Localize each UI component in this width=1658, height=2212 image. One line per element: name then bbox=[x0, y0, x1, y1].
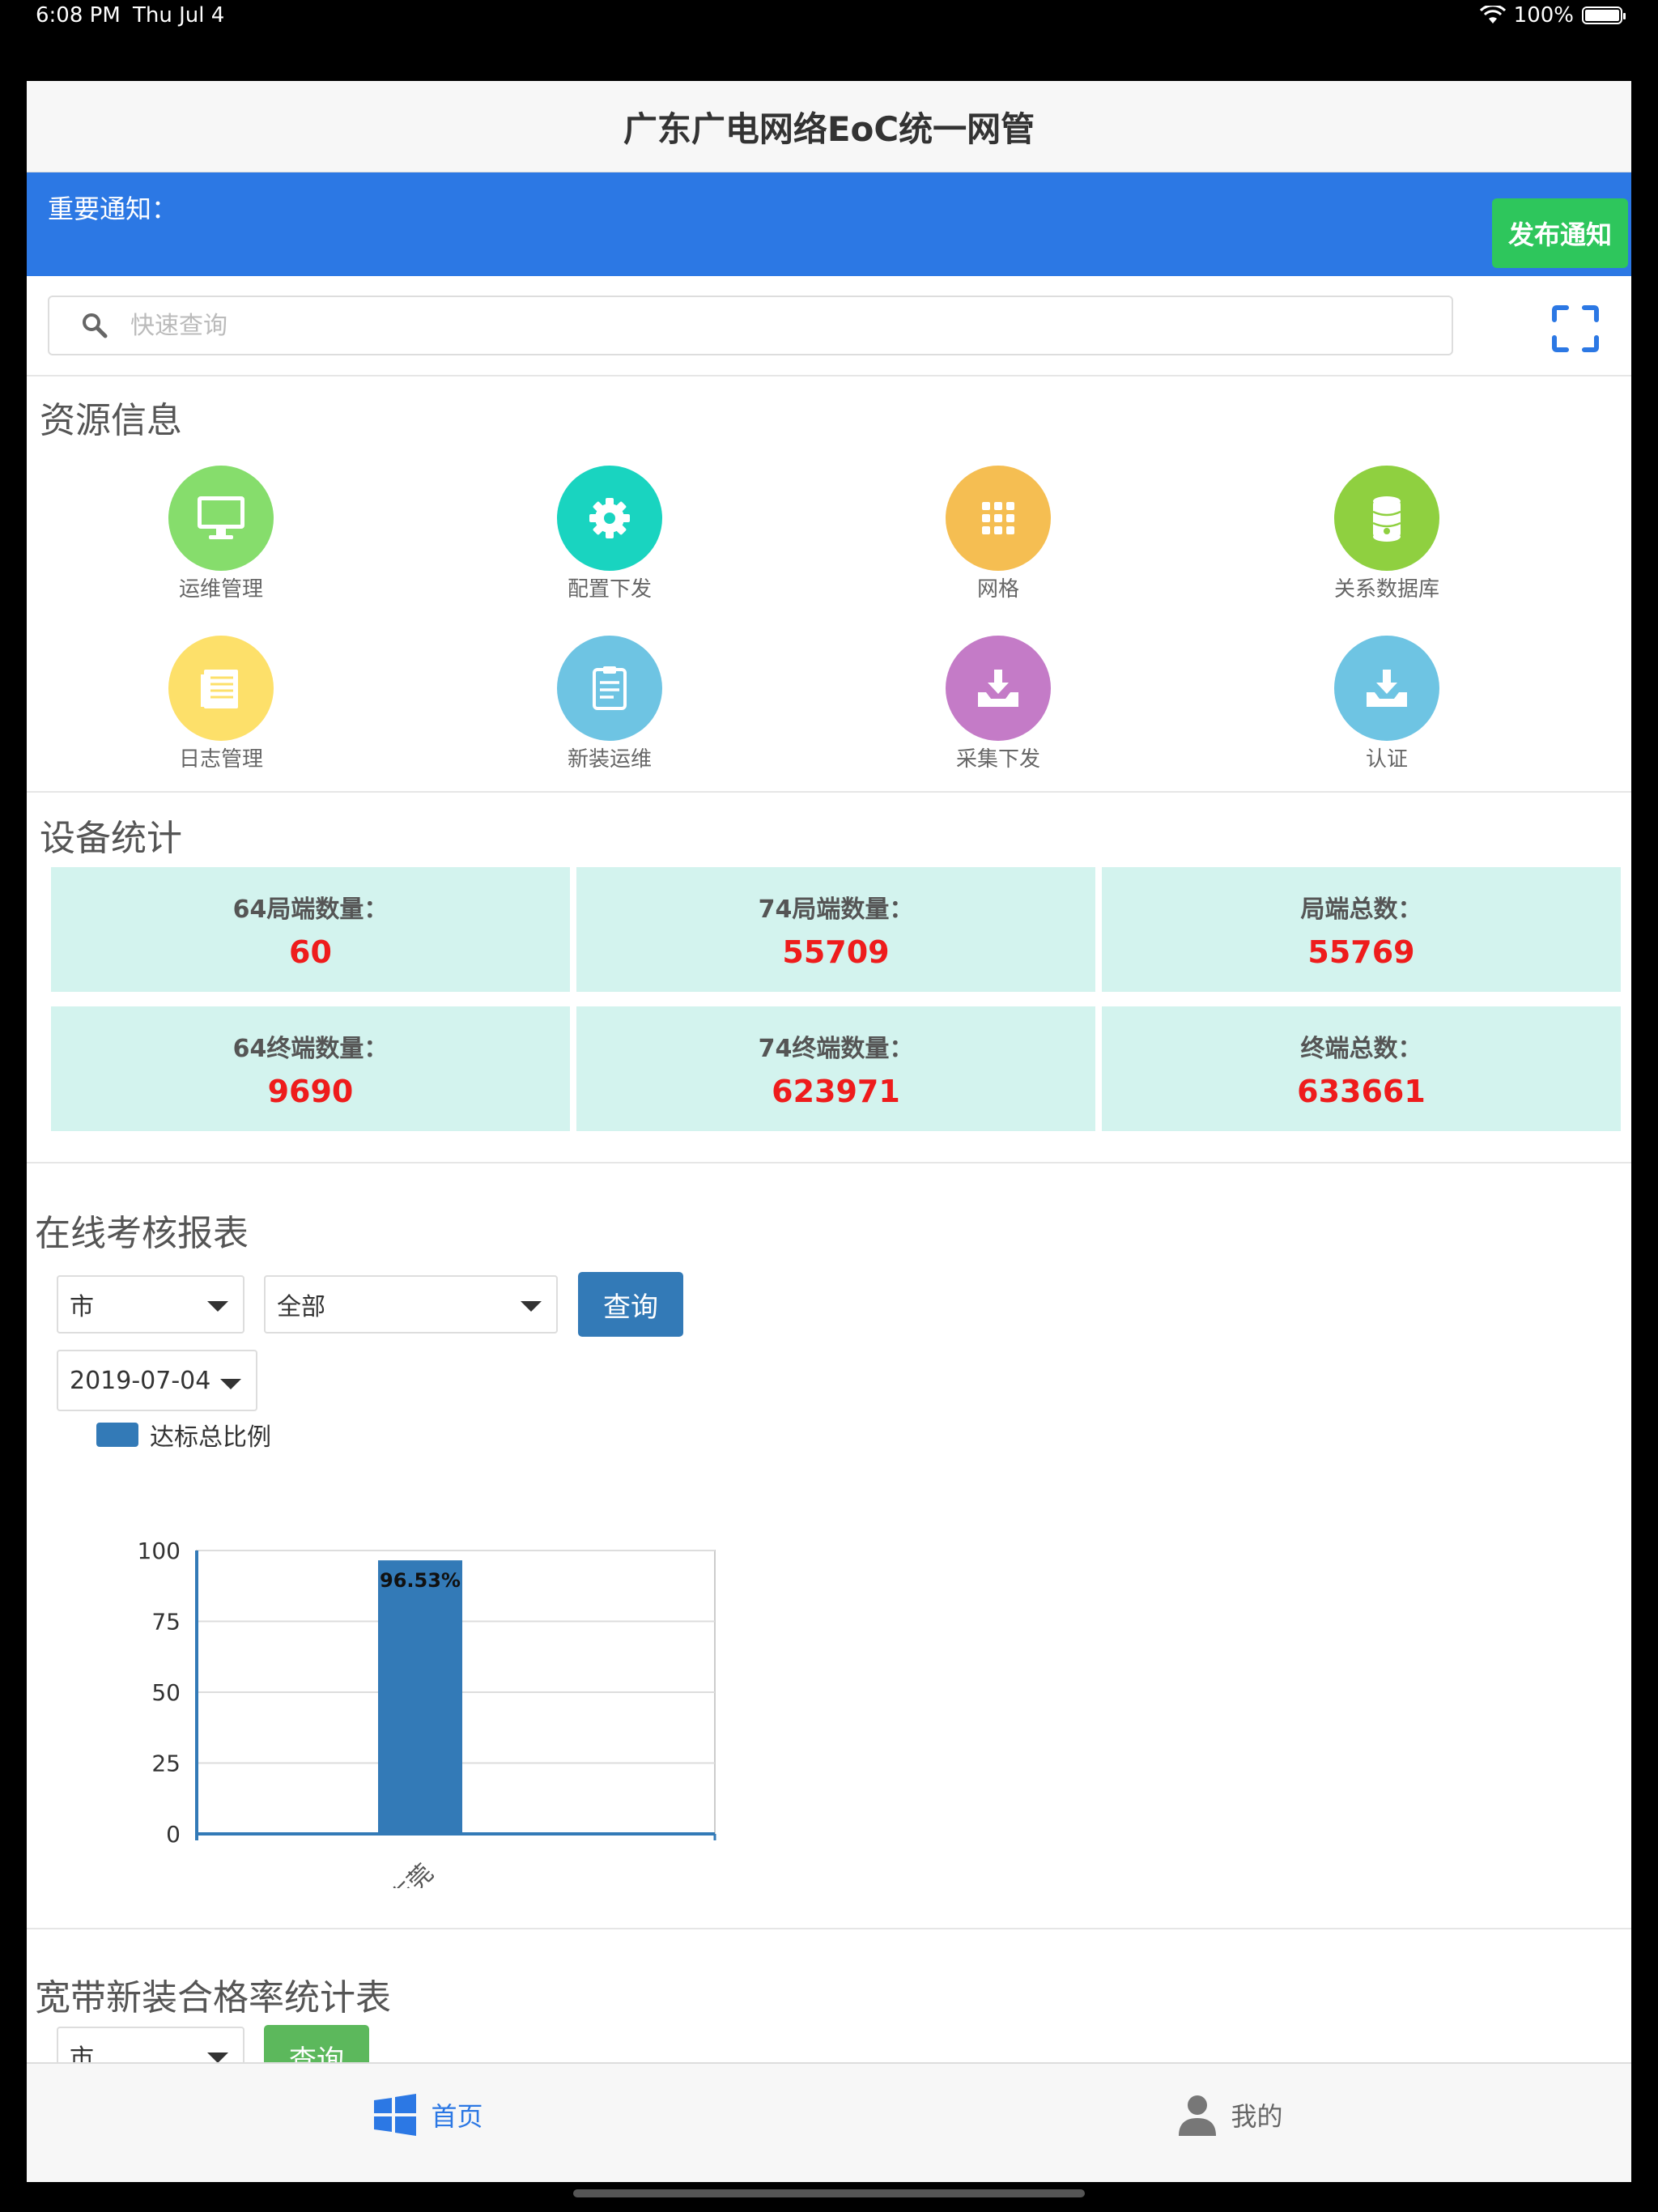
status-date: Thu Jul 4 bbox=[133, 3, 225, 28]
y-tick-label: 100 bbox=[138, 1538, 181, 1564]
legend-swatch bbox=[96, 1423, 138, 1447]
bar-data-label: 96.53% bbox=[380, 1569, 461, 1592]
wifi-icon bbox=[1479, 6, 1506, 23]
y-tick-label: 0 bbox=[166, 1821, 181, 1848]
city-select[interactable]: 市 bbox=[57, 1275, 244, 1334]
stat-value: 55709 bbox=[782, 934, 890, 970]
resource-grid: 运维管理 配置下发 网格 关系数据库 日志管理 新装运维 采集下发 认证 bbox=[27, 466, 1631, 806]
stat-value: 623971 bbox=[772, 1074, 900, 1109]
resource-item-label: 日志管理 bbox=[178, 747, 263, 772]
resource-item-label: 采集下发 bbox=[955, 747, 1040, 772]
stat-card: 终端总数： 633661 bbox=[1102, 1006, 1621, 1131]
stat-card: 74局端数量： 55709 bbox=[576, 867, 1095, 992]
stat-value: 633661 bbox=[1297, 1074, 1426, 1109]
stat-card: 64局端数量： 60 bbox=[51, 867, 570, 992]
date-select-value: 2019-07-04 bbox=[70, 1366, 211, 1395]
city-select-value: 市 bbox=[70, 1293, 94, 1321]
stat-label: 终端总数： bbox=[1300, 1035, 1422, 1063]
windows-icon bbox=[374, 2094, 417, 2136]
tab-bar: 首页 我的 bbox=[27, 2062, 1631, 2182]
scope-select[interactable]: 全部 bbox=[264, 1275, 558, 1334]
stats-section: 设备统计 64局端数量： 60 74局端数量： 55709 局端总数： 5576… bbox=[27, 793, 1631, 1163]
resource-item-auth[interactable]: 认证 bbox=[1192, 636, 1581, 806]
search-icon bbox=[80, 311, 129, 340]
search-box[interactable] bbox=[48, 296, 1453, 355]
resource-section: 资源信息 运维管理 配置下发 网格 关系数据库 日志管理 新装运维 采集下发 认… bbox=[27, 376, 1631, 793]
resource-item-label: 认证 bbox=[1365, 747, 1408, 772]
stat-label: 局端总数： bbox=[1300, 895, 1422, 924]
gear-icon bbox=[557, 466, 662, 571]
legend-label: 达标总比例 bbox=[150, 1423, 271, 1452]
stat-label: 64局端数量： bbox=[232, 895, 389, 924]
chevron-down-icon bbox=[207, 1301, 228, 1312]
resource-item-ops[interactable]: 运维管理 bbox=[27, 466, 415, 636]
chart-legend: 达标总比例 bbox=[96, 1417, 271, 1453]
tab-home-label: 首页 bbox=[431, 2101, 483, 2132]
tab-mine[interactable]: 我的 bbox=[829, 2064, 1631, 2182]
search-input[interactable] bbox=[129, 310, 1346, 341]
stat-label: 64终端数量： bbox=[232, 1035, 389, 1063]
stat-value: 60 bbox=[289, 934, 332, 970]
resource-item-grid[interactable]: 网格 bbox=[804, 466, 1192, 636]
resource-item-log[interactable]: 日志管理 bbox=[27, 636, 415, 806]
status-right: 100% bbox=[1479, 3, 1626, 28]
page-title: 广东广电网络EoC统一网管 bbox=[623, 108, 1035, 149]
app-header: 广东广电网络EoC统一网管 bbox=[27, 81, 1631, 172]
stat-label: 74终端数量： bbox=[758, 1035, 914, 1063]
database-icon bbox=[1334, 466, 1439, 571]
stat-card: 64终端数量： 9690 bbox=[51, 1006, 570, 1131]
grid-icon bbox=[946, 466, 1051, 571]
resource-item-label: 关系数据库 bbox=[1333, 577, 1439, 602]
resource-item-label: 运维管理 bbox=[178, 577, 263, 602]
notice-bar: 重要通知： 发布通知 bbox=[27, 172, 1631, 276]
home-indicator[interactable] bbox=[573, 2189, 1085, 2197]
search-row bbox=[27, 276, 1631, 376]
stat-card: 局端总数： 55769 bbox=[1102, 867, 1621, 992]
publish-notice-button[interactable]: 发布通知 bbox=[1492, 198, 1628, 268]
document-icon bbox=[168, 636, 274, 741]
y-tick-label: 25 bbox=[151, 1750, 181, 1777]
tab-home[interactable]: 首页 bbox=[27, 2064, 829, 2182]
resource-item-label: 新装运维 bbox=[567, 747, 652, 772]
stats-title: 设备统计 bbox=[40, 818, 182, 859]
battery-icon bbox=[1582, 6, 1626, 24]
scope-select-value: 全部 bbox=[277, 1293, 325, 1321]
query-button[interactable]: 查询 bbox=[578, 1272, 683, 1337]
online-report-section: 在线考核报表 市 全部 查询 2019-07-04 达标总比例 0 25 50 75 1… bbox=[27, 1163, 1631, 1929]
resource-item-new-install[interactable]: 新装运维 bbox=[415, 636, 804, 806]
stat-value: 9690 bbox=[267, 1074, 354, 1109]
tab-mine-label: 我的 bbox=[1231, 2101, 1283, 2132]
y-tick-label: 75 bbox=[151, 1609, 181, 1636]
app-window: 广东广电网络EoC统一网管 重要通知： 发布通知 资源信息 bbox=[27, 81, 1631, 2182]
y-tick-label: 50 bbox=[151, 1679, 181, 1706]
chevron-down-icon bbox=[220, 1379, 241, 1389]
online-report-title: 在线考核报表 bbox=[35, 1213, 249, 1254]
stat-value: 55769 bbox=[1307, 934, 1415, 970]
status-time: 6:08 PM bbox=[36, 3, 121, 28]
user-icon bbox=[1179, 2095, 1217, 2136]
chart-bar bbox=[378, 1560, 462, 1834]
battery-percent: 100% bbox=[1513, 3, 1574, 28]
resource-item-label: 配置下发 bbox=[567, 577, 652, 602]
date-select[interactable]: 2019-07-04 bbox=[57, 1350, 257, 1411]
clipboard-icon bbox=[557, 636, 662, 741]
monitor-icon bbox=[168, 466, 274, 571]
resource-item-collect[interactable]: 采集下发 bbox=[804, 636, 1192, 806]
scan-icon[interactable] bbox=[1552, 305, 1599, 352]
broadband-title: 宽带新装合格率统计表 bbox=[35, 1977, 391, 2018]
compliance-bar-chart: 0 25 50 75 100 96.53% 东莞 bbox=[138, 1538, 716, 1888]
x-tick-label: 东莞 bbox=[385, 1859, 439, 1888]
resource-item-label: 网格 bbox=[976, 577, 1019, 602]
stat-card: 74终端数量： 623971 bbox=[576, 1006, 1095, 1131]
inbox-download-icon bbox=[946, 636, 1051, 741]
resource-item-database[interactable]: 关系数据库 bbox=[1192, 466, 1581, 636]
notice-label: 重要通知： bbox=[48, 194, 178, 224]
resource-item-config[interactable]: 配置下发 bbox=[415, 466, 804, 636]
status-bar: 6:08 PM Thu Jul 4 100% bbox=[0, 0, 1658, 32]
resource-title: 资源信息 bbox=[40, 400, 182, 441]
stat-label: 74局端数量： bbox=[758, 895, 914, 924]
stats-grid: 64局端数量： 60 74局端数量： 55709 局端总数： 55769 64终… bbox=[51, 867, 1621, 1131]
inbox-download-icon bbox=[1334, 636, 1439, 741]
chevron-down-icon bbox=[521, 1301, 542, 1312]
